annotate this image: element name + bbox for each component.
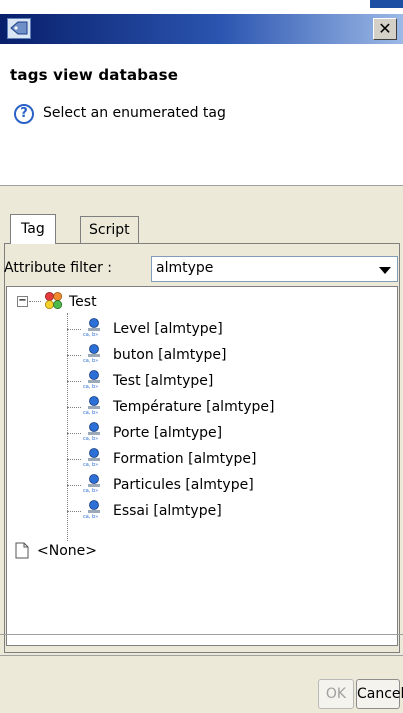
svg-text:ca, b»: ca, b»: [83, 462, 98, 467]
tag-group-icon: [45, 292, 63, 310]
collapse-toggle[interactable]: −: [17, 296, 28, 307]
title-bar: ✕: [0, 14, 403, 44]
tree-item[interactable]: Porte [almtype]: [113, 421, 222, 445]
svg-text:ca, b»: ca, b»: [83, 410, 98, 415]
help-icon: ?: [14, 104, 34, 124]
dialog-message: Select an enumerated tag: [43, 105, 226, 121]
tab-script[interactable]: Script: [80, 216, 139, 244]
footer-divider: [0, 634, 403, 635]
tree-item[interactable]: Test [almtype]: [113, 369, 213, 393]
tab-tag[interactable]: Tag: [10, 214, 56, 244]
enumerated-tag-icon: ca, b»: [83, 396, 100, 415]
tag-tree[interactable]: − Test ca, b» Level [almtype] ca, b» but…: [6, 286, 398, 646]
svg-text:ca, b»: ca, b»: [83, 358, 98, 363]
enumerated-tag-icon: ca, b»: [83, 474, 100, 493]
top-strip: [0, 0, 403, 14]
enumerated-tag-icon: ca, b»: [83, 344, 100, 363]
tag-window-icon: [7, 18, 31, 39]
svg-text:ca, b»: ca, b»: [83, 332, 98, 337]
cancel-button[interactable]: Cancel: [356, 679, 403, 709]
tree-item[interactable]: Température [almtype]: [113, 395, 274, 419]
tree-item[interactable]: Level [almtype]: [113, 317, 223, 341]
attribute-filter-value: almtype: [156, 260, 214, 276]
ok-button[interactable]: OK: [318, 679, 354, 709]
chevron-down-icon[interactable]: [379, 267, 391, 274]
enumerated-tag-icon: ca, b»: [83, 318, 100, 337]
tree-item[interactable]: Particules [almtype]: [113, 473, 254, 497]
attribute-filter-dropdown[interactable]: almtype: [151, 256, 398, 282]
svg-text:ca, b»: ca, b»: [83, 384, 98, 389]
dialog-title: tags view database: [10, 66, 179, 84]
dialog-header: tags view database ? Select an enumerate…: [0, 44, 403, 186]
blank-document-icon: [15, 542, 29, 559]
tree-item[interactable]: buton [almtype]: [113, 343, 226, 367]
enumerated-tag-icon: ca, b»: [83, 448, 100, 467]
enumerated-tag-icon: ca, b»: [83, 500, 100, 519]
attribute-filter-label: Attribute filter :: [4, 260, 113, 276]
tree-item[interactable]: Formation [almtype]: [113, 447, 256, 471]
svg-text:ca, b»: ca, b»: [83, 436, 98, 441]
tree-item[interactable]: Essai [almtype]: [113, 499, 222, 523]
enumerated-tag-icon: ca, b»: [83, 370, 100, 389]
tree-root-test[interactable]: Test: [69, 290, 97, 314]
footer-divider: [0, 655, 403, 656]
enumerated-tag-icon: ca, b»: [83, 422, 100, 441]
tree-item-none[interactable]: <None>: [37, 539, 97, 563]
top-strip-accent: [370, 0, 403, 8]
close-button[interactable]: ✕: [373, 18, 397, 40]
svg-text:ca, b»: ca, b»: [83, 514, 98, 519]
tab-strip: Tag Script: [10, 214, 400, 244]
svg-text:ca, b»: ca, b»: [83, 488, 98, 493]
